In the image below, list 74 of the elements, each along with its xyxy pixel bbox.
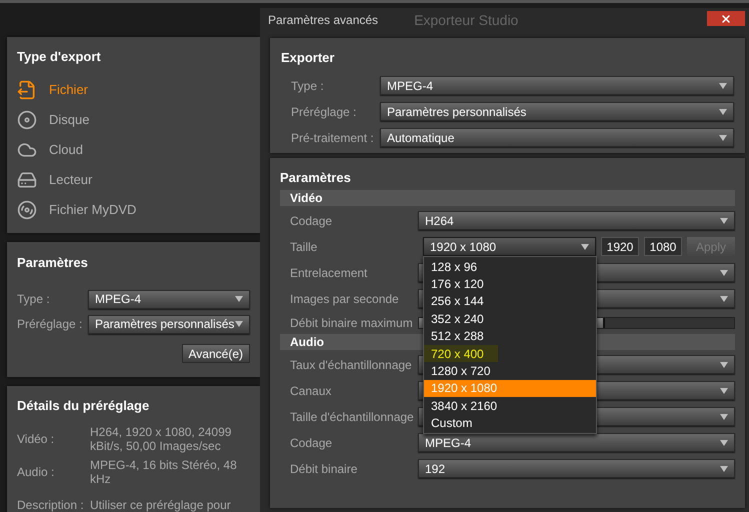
field-label: Préréglage : xyxy=(291,104,358,120)
dropdown[interactable]: MPEG-4 xyxy=(380,76,734,95)
detail-label: Audio : xyxy=(17,464,56,481)
field-label: Débit binaire maximum xyxy=(290,314,414,332)
caret-icon xyxy=(720,296,728,302)
dropdown-option[interactable]: 128 x 96 xyxy=(424,258,596,276)
field-label: Pré-traitement : xyxy=(291,130,375,146)
close-button[interactable] xyxy=(707,11,745,26)
export-type-item[interactable]: Disque xyxy=(17,104,250,134)
field-label: Type : xyxy=(291,78,325,94)
field-label: Codage xyxy=(290,434,334,452)
caret-icon xyxy=(235,321,243,327)
width-field[interactable]: 1920 xyxy=(601,237,639,256)
export-type-icon xyxy=(17,80,37,100)
panel-title: Type d'export xyxy=(17,48,102,66)
detail-value: H264, 1920 x 1080, 24099 kBit/s, 50,00 Images/sec xyxy=(90,425,232,453)
height-field[interactable]: 1080 xyxy=(644,237,682,256)
dropdown[interactable]: 1920 x 1080 xyxy=(423,237,596,256)
caret-icon xyxy=(235,296,243,302)
field-label: Débit binaire xyxy=(290,460,358,478)
close-icon xyxy=(720,12,732,24)
detail-value: MPEG-4, 16 bits Stéréo, 48 kHz xyxy=(90,458,238,486)
export-type-item[interactable]: Fichier xyxy=(17,74,250,104)
panel-title: Paramètres xyxy=(17,254,89,272)
field-label: Entrelacement xyxy=(290,264,368,282)
dropdown-option[interactable]: 256 x 144 xyxy=(424,292,596,310)
background-window-title: Exporteur Studio xyxy=(414,10,518,30)
field-label: Taille xyxy=(290,238,318,256)
panel-title: Exporter xyxy=(281,49,336,67)
caret-icon xyxy=(719,134,727,140)
dropdown-option[interactable]: 3840 x 2160 xyxy=(424,397,596,415)
field-label: Taux d'échantillonnage xyxy=(290,356,413,374)
section-header: Vidéo xyxy=(280,190,735,206)
panel-title: Paramètres xyxy=(280,169,352,187)
caret-icon xyxy=(719,108,727,114)
field-label: Taille d'échantillonnage xyxy=(290,408,415,426)
field-label: Type : xyxy=(17,291,51,308)
export-type-item[interactable]: Lecteur xyxy=(17,164,250,194)
field-label: Images par seconde xyxy=(290,290,400,308)
dropdown[interactable]: Automatique xyxy=(380,128,734,147)
advanced-button[interactable]: Avancé(e) xyxy=(182,344,250,362)
dropdown[interactable]: Paramètres personnalisés xyxy=(88,314,250,334)
field-label: Codage xyxy=(290,212,334,230)
export-type-icon xyxy=(17,200,37,220)
field-label: Canaux xyxy=(290,382,332,400)
caret-icon xyxy=(720,362,728,368)
panel-title: Détails du préréglage xyxy=(17,397,150,415)
dropdown[interactable]: MPEG-4 xyxy=(418,433,735,452)
dropdown[interactable]: H264 xyxy=(418,211,735,230)
detail-value: Utiliser ce préréglage pour xyxy=(90,498,231,512)
export-type-icon xyxy=(17,170,37,190)
caret-icon xyxy=(720,388,728,394)
export-type-icon xyxy=(17,110,37,130)
dropdown-option[interactable]: 176 x 120 xyxy=(424,275,596,293)
dropdown-option[interactable]: 720 x 400 xyxy=(424,344,498,362)
field-label: Préréglage : xyxy=(17,316,84,333)
caret-icon xyxy=(720,440,728,446)
caret-icon xyxy=(719,82,727,88)
dropdown-option[interactable]: 1280 x 720 xyxy=(424,362,596,380)
dialog-title: Paramètres avancés xyxy=(268,12,378,29)
detail-label: Description : xyxy=(17,497,85,512)
caret-icon xyxy=(720,218,728,224)
export-type-item[interactable]: Fichier MyDVD xyxy=(17,194,250,224)
dropdown[interactable]: MPEG-4 xyxy=(88,290,250,308)
export-type-item[interactable]: Cloud xyxy=(17,134,250,164)
caret-icon xyxy=(720,466,728,472)
caret-icon xyxy=(581,244,589,250)
caret-icon xyxy=(720,270,728,276)
dropdown[interactable]: Paramètres personnalisés xyxy=(380,102,734,121)
caret-icon xyxy=(720,414,728,420)
dropdown-option[interactable]: 352 x 240 xyxy=(424,310,596,328)
dropdown[interactable]: 192 xyxy=(418,459,735,478)
detail-label: Vidéo : xyxy=(17,431,56,448)
dropdown-option[interactable]: Custom xyxy=(424,414,596,432)
